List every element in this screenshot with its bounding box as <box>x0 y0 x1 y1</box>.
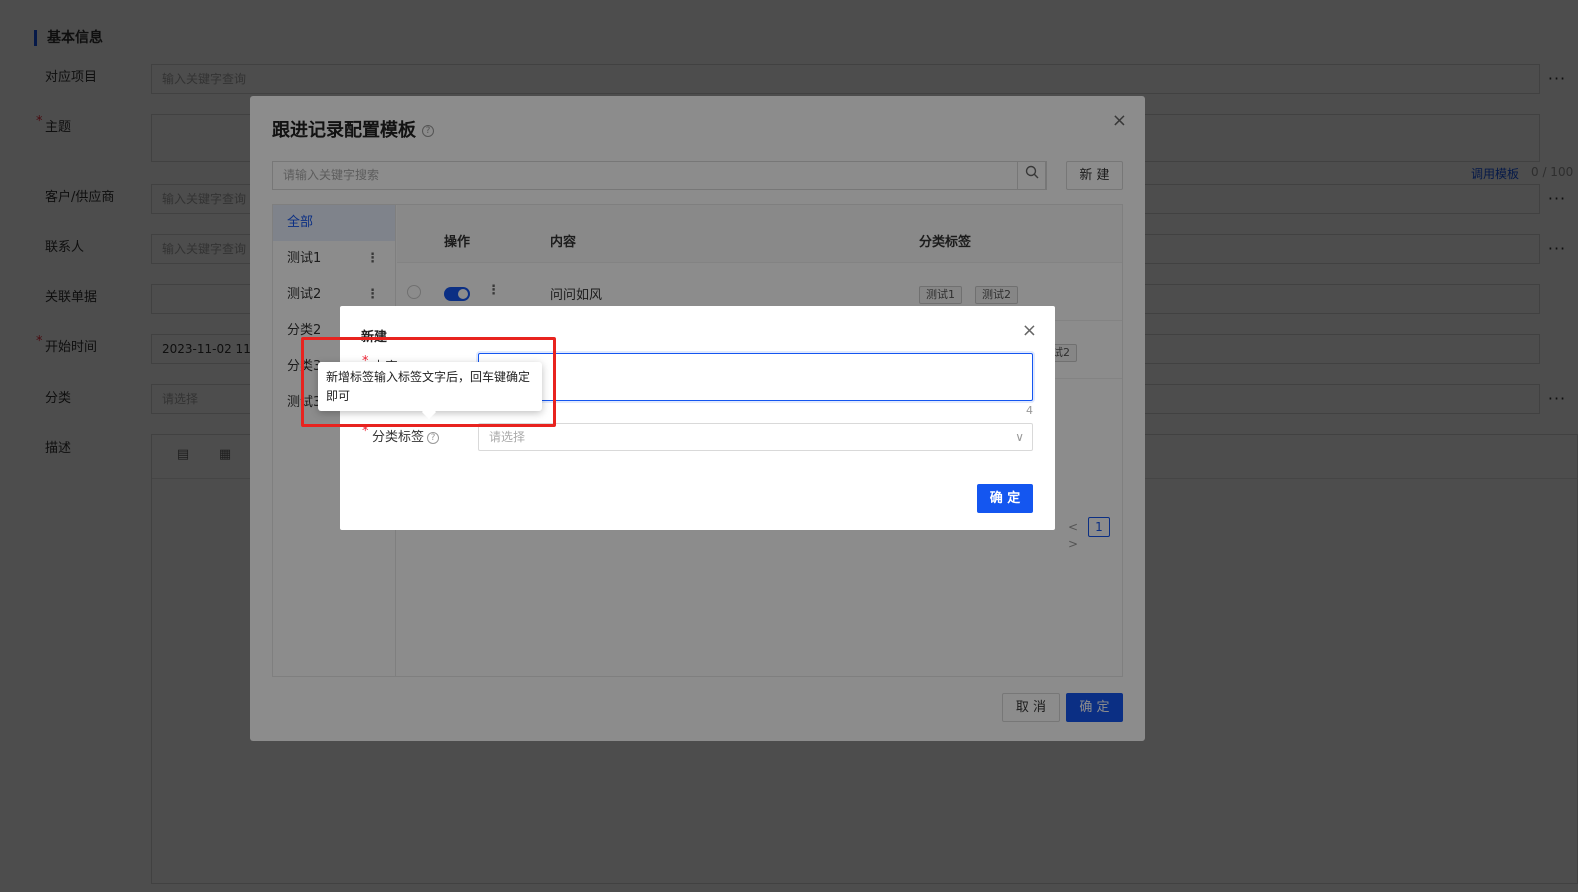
close-icon[interactable]: × <box>1022 320 1037 341</box>
help-icon[interactable]: ? <box>427 431 440 444</box>
new-confirm-button[interactable]: 确 定 <box>977 484 1033 513</box>
tag-label: * 分类标签? <box>362 424 440 445</box>
chevron-down-icon: ∨ <box>1015 430 1024 444</box>
content-textarea[interactable] <box>478 353 1033 401</box>
content-char-count: 4 <box>1026 404 1033 417</box>
annotation-highlight-box <box>301 337 556 427</box>
tag-select[interactable]: 请选择 ∨ <box>478 423 1033 451</box>
